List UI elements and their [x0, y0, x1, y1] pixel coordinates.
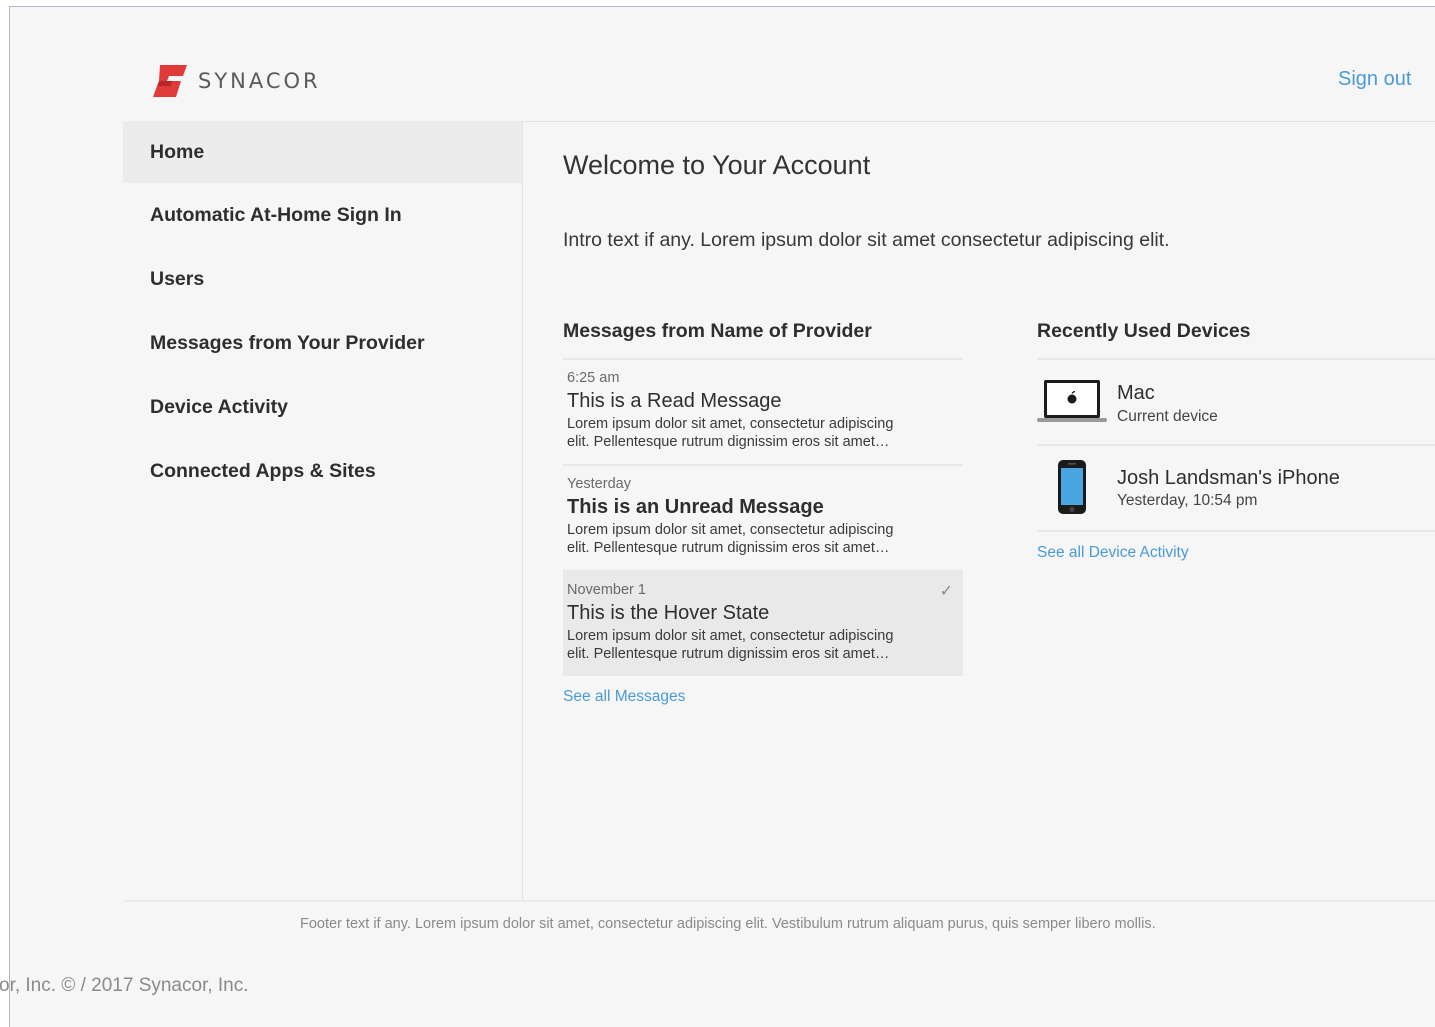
devices-heading: Recently Used Devices [1037, 320, 1435, 360]
sidebar-item-label: Automatic At-Home Sign In [150, 203, 402, 226]
intro-text: Intro text if any. Lorem ipsum dolor sit… [563, 229, 1170, 251]
synacor-logo-icon [153, 65, 187, 97]
footer-divider [123, 900, 1435, 902]
message-time: Yesterday [567, 476, 631, 492]
messages-heading: Messages from Name of Provider [563, 320, 963, 360]
sidebar-nav: Home Automatic At-Home Sign In Users Mes… [123, 121, 523, 901]
message-preview: Lorem ipsum dolor sit amet, consectetur … [567, 627, 959, 663]
sidebar-item-automatic-sign-in[interactable]: Automatic At-Home Sign In [123, 183, 522, 247]
laptop-icon [1037, 380, 1107, 422]
message-item-hover[interactable]: ✓ November 1 This is the Hover State Lor… [563, 572, 963, 676]
message-time: November 1 [567, 582, 646, 598]
copyright-text: or, Inc. © / 2017 Synacor, Inc. [0, 975, 249, 996]
device-name: Josh Landsman's iPhone [1117, 467, 1340, 489]
brand-name: SYNACOR [198, 69, 321, 93]
sidebar-item-device-activity[interactable]: Device Activity [123, 375, 522, 439]
message-title: This is a Read Message [567, 390, 782, 412]
device-detail: Current device [1117, 408, 1218, 425]
message-preview: Lorem ipsum dolor sit amet, consectetur … [567, 521, 959, 557]
device-item-iphone[interactable]: Josh Landsman's iPhone Yesterday, 10:54 … [1037, 446, 1435, 532]
page-title: Welcome to Your Account [563, 150, 871, 180]
message-preview-line: Lorem ipsum dolor sit amet, consectetur … [567, 522, 894, 538]
sidebar-item-users[interactable]: Users [123, 247, 522, 311]
sidebar-item-label: Connected Apps & Sites [150, 459, 376, 482]
message-title: This is the Hover State [567, 602, 770, 624]
see-all-device-activity-link[interactable]: See all Device Activity [1037, 544, 1189, 562]
message-preview: Lorem ipsum dolor sit amet, consectetur … [567, 415, 959, 451]
message-title: This is an Unread Message [567, 496, 824, 518]
message-time: 6:25 am [567, 370, 620, 386]
sidebar-item-label: Users [150, 267, 205, 290]
sidebar-item-label: Home [150, 140, 205, 163]
message-preview-line: Lorem ipsum dolor sit amet, consectetur … [567, 416, 894, 432]
sidebar-item-label: Device Activity [150, 395, 289, 418]
message-preview-line: elit. Pellentesque rutrum dignissim eros… [567, 540, 890, 556]
synacor-logo[interactable]: SYNACOR [151, 62, 321, 100]
header-divider [523, 121, 1435, 122]
see-all-messages-link[interactable]: See all Messages [563, 688, 685, 706]
device-detail: Yesterday, 10:54 pm [1117, 492, 1258, 509]
message-item-unread[interactable]: Yesterday This is an Unread Message Lore… [563, 466, 963, 572]
message-preview-line: elit. Pellentesque rutrum dignissim eros… [567, 434, 890, 450]
sidebar-item-messages[interactable]: Messages from Your Provider [123, 311, 522, 375]
device-item-mac[interactable]: Mac Current device [1037, 360, 1435, 446]
mark-read-check-icon[interactable]: ✓ [940, 581, 953, 601]
device-name: Mac [1117, 382, 1155, 404]
phone-icon [1058, 460, 1086, 514]
sign-out-link[interactable]: Sign out [1338, 68, 1411, 91]
messages-section: Messages from Name of Provider 6:25 am T… [563, 320, 963, 706]
message-item-read[interactable]: 6:25 am This is a Read Message Lorem ips… [563, 360, 963, 466]
sidebar-item-connected-apps[interactable]: Connected Apps & Sites [123, 439, 522, 503]
sidebar-item-label: Messages from Your Provider [150, 331, 425, 354]
message-preview-line: elit. Pellentesque rutrum dignissim eros… [567, 646, 890, 662]
sidebar-item-home[interactable]: Home [123, 121, 522, 183]
message-preview-line: Lorem ipsum dolor sit amet, consectetur … [567, 628, 894, 644]
footer-text: Footer text if any. Lorem ipsum dolor si… [300, 916, 1156, 932]
devices-section: Recently Used Devices Mac Current device… [1037, 320, 1435, 562]
